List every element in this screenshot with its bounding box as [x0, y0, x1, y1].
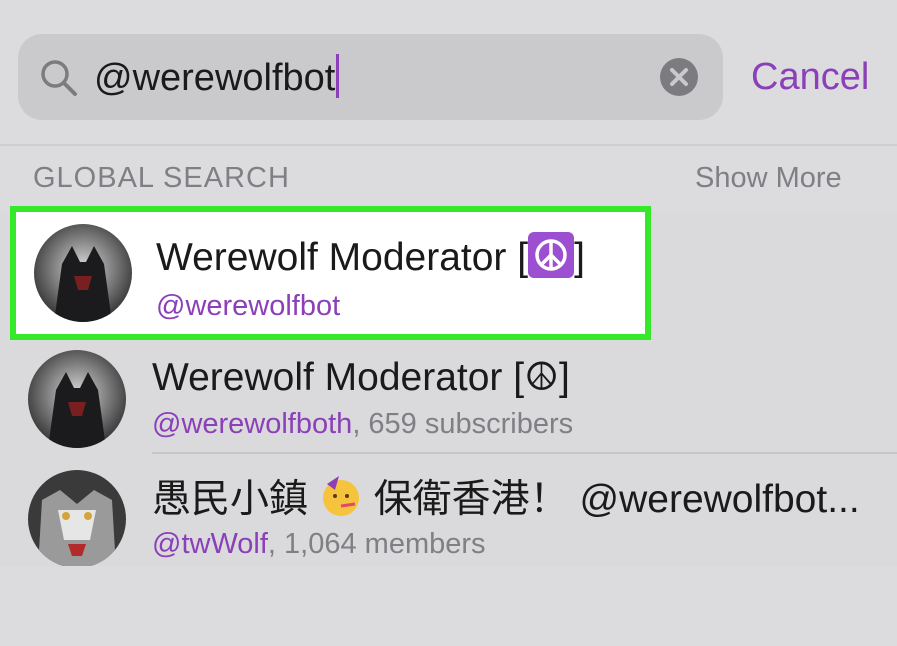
- list-item-highlighted[interactable]: Werewolf Moderator [] @werewolfbot: [10, 206, 651, 340]
- result-handle[interactable]: @twWolf: [152, 528, 268, 560]
- list-item[interactable]: 愚民小鎮 保衛香港！ @werewolfbot... @twWolf, 1,06…: [0, 456, 897, 576]
- result-subtitle: @werewolfboth, 659 subscribers: [152, 406, 573, 442]
- search-icon: [41, 60, 77, 96]
- result-title-start: Werewolf Moderator [: [156, 236, 529, 279]
- result-title-end: ]: [574, 236, 585, 279]
- result-title-start: 愚民小鎮: [152, 478, 319, 521]
- result-title-end: 保衛香港！ @werewolfbot...: [362, 478, 860, 521]
- result-title: 愚民小鎮 保衛香港！ @werewolfbot...: [152, 474, 860, 524]
- result-handle[interactable]: @werewolfboth: [152, 408, 352, 440]
- result-title: Werewolf Moderator []: [156, 232, 585, 282]
- divider: [0, 144, 897, 146]
- clear-search-button[interactable]: [660, 58, 698, 96]
- party-face-icon: [322, 476, 359, 516]
- peace-symbol-icon: [528, 232, 575, 278]
- search-input[interactable]: @werewolfbot: [94, 54, 340, 101]
- avatar: [34, 224, 132, 322]
- empty-area: [0, 566, 897, 646]
- section-title: GLOBAL SEARCH: [33, 162, 290, 194]
- result-subtitle: @werewolfbot: [156, 288, 340, 324]
- result-meta: , 1,064 members: [267, 528, 486, 560]
- result-subtitle: @twWolf, 1,064 members: [152, 526, 486, 562]
- avatar: [28, 470, 126, 568]
- avatar: [28, 350, 126, 448]
- search-bar[interactable]: @werewolfbot: [18, 34, 723, 120]
- close-icon: [670, 68, 688, 86]
- result-meta: , 659 subscribers: [352, 408, 574, 440]
- result-title: Werewolf Moderator [☮]: [152, 356, 570, 399]
- result-handle[interactable]: @werewolfbot: [156, 290, 340, 322]
- search-query: @werewolfbot: [94, 57, 336, 99]
- cancel-button[interactable]: Cancel: [751, 52, 869, 102]
- show-more-button[interactable]: Show More: [695, 162, 842, 195]
- divider: [152, 452, 897, 454]
- list-item[interactable]: Werewolf Moderator [☮] @werewolfboth, 65…: [0, 336, 897, 456]
- text-caret: [336, 54, 340, 98]
